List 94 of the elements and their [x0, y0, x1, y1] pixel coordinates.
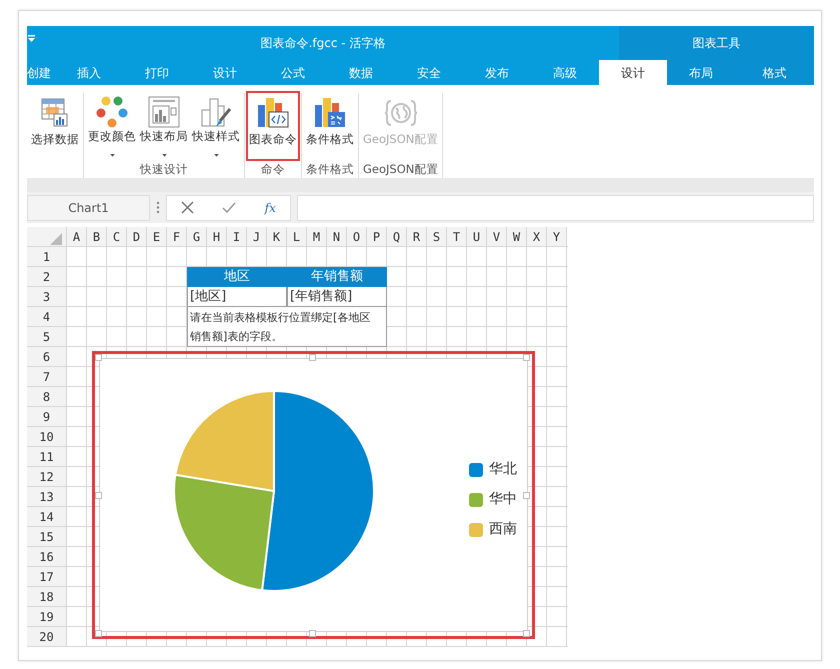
chart-brush-icon	[200, 96, 232, 128]
column-header[interactable]: G	[187, 227, 207, 247]
row-header[interactable]: 10	[27, 427, 67, 447]
legend-label: 华中	[489, 490, 517, 509]
row-header[interactable]: 11	[27, 447, 67, 467]
resize-handle[interactable]	[309, 354, 316, 361]
column-header[interactable]: W	[507, 227, 527, 247]
header-cell: 年销售额	[287, 267, 387, 287]
table-chart-icon	[41, 98, 69, 128]
column-header[interactable]: B	[87, 227, 107, 247]
column-header[interactable]: T	[447, 227, 467, 247]
chart-condition-icon	[314, 97, 346, 129]
row-header[interactable]: 18	[27, 587, 67, 607]
field-cell: [地区]	[187, 287, 287, 307]
resize-handle[interactable]	[523, 354, 530, 361]
column-header[interactable]: M	[307, 227, 327, 247]
ribbon-button[interactable]: 更改颜色	[87, 93, 137, 159]
ribbon-button[interactable]: 快速样式	[191, 93, 241, 159]
resize-handle[interactable]	[95, 354, 102, 361]
column-header[interactable]: P	[367, 227, 387, 247]
column-header[interactable]: R	[407, 227, 427, 247]
ribbon-button[interactable]: 快速布局	[139, 93, 189, 159]
row-header[interactable]: 6	[27, 347, 67, 367]
column-header[interactable]: I	[227, 227, 247, 247]
row-header[interactable]: 9	[27, 407, 67, 427]
row-header[interactable]: 20	[27, 627, 67, 647]
column-header[interactable]: D	[127, 227, 147, 247]
cancel-icon[interactable]	[181, 201, 194, 214]
ribbon-tab[interactable]: 布局	[667, 60, 735, 85]
ribbon-group-label: 快速设计	[138, 161, 189, 178]
row-header[interactable]: 3	[27, 287, 67, 307]
contextual-tab-group-title: 图表工具	[619, 26, 814, 60]
ribbon-tab[interactable]: 设计	[599, 60, 667, 85]
column-header[interactable]: E	[147, 227, 167, 247]
window-title: 图表命令.fgcc - 活字格	[260, 35, 386, 52]
caret-icon	[162, 154, 166, 157]
field-cell: [年销售额]	[287, 287, 387, 307]
column-header[interactable]: H	[207, 227, 227, 247]
column-header[interactable]: F	[167, 227, 187, 247]
ribbon-tab[interactable]: 格式	[735, 60, 814, 85]
ribbon-group-label: GeoJSON配置	[362, 161, 440, 178]
name-box[interactable]: Chart1	[27, 194, 150, 220]
column-header[interactable]: U	[467, 227, 487, 247]
row-header[interactable]: 12	[27, 467, 67, 487]
caret-icon	[214, 154, 218, 157]
resize-handle[interactable]	[95, 492, 102, 499]
corner-icon[interactable]	[27, 227, 67, 247]
chart-code-icon	[257, 97, 289, 129]
column-header[interactable]: A	[67, 227, 87, 247]
row-header[interactable]: 13	[27, 487, 67, 507]
ribbon-button[interactable]: 选择数据	[30, 93, 80, 159]
column-header[interactable]: N	[327, 227, 347, 247]
row-header[interactable]: 19	[27, 607, 67, 627]
row-header[interactable]: 1	[27, 247, 67, 267]
legend-label: 华北	[489, 460, 517, 479]
resize-handle[interactable]	[95, 630, 102, 637]
column-header[interactable]: S	[427, 227, 447, 247]
resize-handle[interactable]	[309, 630, 316, 637]
column-header[interactable]: O	[347, 227, 367, 247]
row-header[interactable]: 16	[27, 547, 67, 567]
caret-icon	[110, 154, 114, 157]
column-header[interactable]: K	[267, 227, 287, 247]
row-header[interactable]: 17	[27, 567, 67, 587]
note-text: 请在当前表格模板行位置绑定[各地区销售额]表的字段。	[187, 307, 387, 347]
column-header[interactable]: L	[287, 227, 307, 247]
confirm-icon[interactable]	[222, 202, 236, 213]
resize-handle[interactable]	[523, 492, 530, 499]
ribbon-button[interactable]: 条件格式	[305, 93, 355, 159]
column-header[interactable]: X	[527, 227, 547, 247]
row-header[interactable]: 2	[27, 267, 67, 287]
legend-label: 西南	[489, 520, 517, 539]
color-dots-icon	[96, 96, 128, 128]
header-cell: 地区	[187, 267, 287, 287]
row-header[interactable]: 14	[27, 507, 67, 527]
row-header[interactable]: 4	[27, 307, 67, 327]
ribbon-group-label: 条件格式	[305, 161, 355, 178]
row-header[interactable]: 7	[27, 367, 67, 387]
quick-access-icon[interactable]	[28, 35, 35, 43]
drag-handle-icon[interactable]	[156, 201, 160, 214]
column-header[interactable]: Q	[387, 227, 407, 247]
column-header[interactable]: J	[247, 227, 267, 247]
ribbon-group-label: 命令	[260, 161, 286, 178]
column-header[interactable]: Y	[547, 227, 567, 247]
resize-handle[interactable]	[523, 630, 530, 637]
insert-function-button[interactable]: fx	[264, 198, 276, 216]
row-header[interactable]: 5	[27, 327, 67, 347]
row-header[interactable]: 15	[27, 527, 67, 547]
chart-layout-icon	[148, 96, 180, 128]
column-header[interactable]: C	[107, 227, 127, 247]
ribbon-button[interactable]: 图表命令	[248, 93, 298, 159]
formula-input[interactable]	[297, 194, 814, 220]
globe-icon	[384, 98, 418, 128]
column-header[interactable]: V	[487, 227, 507, 247]
row-header[interactable]: 8	[27, 387, 67, 407]
